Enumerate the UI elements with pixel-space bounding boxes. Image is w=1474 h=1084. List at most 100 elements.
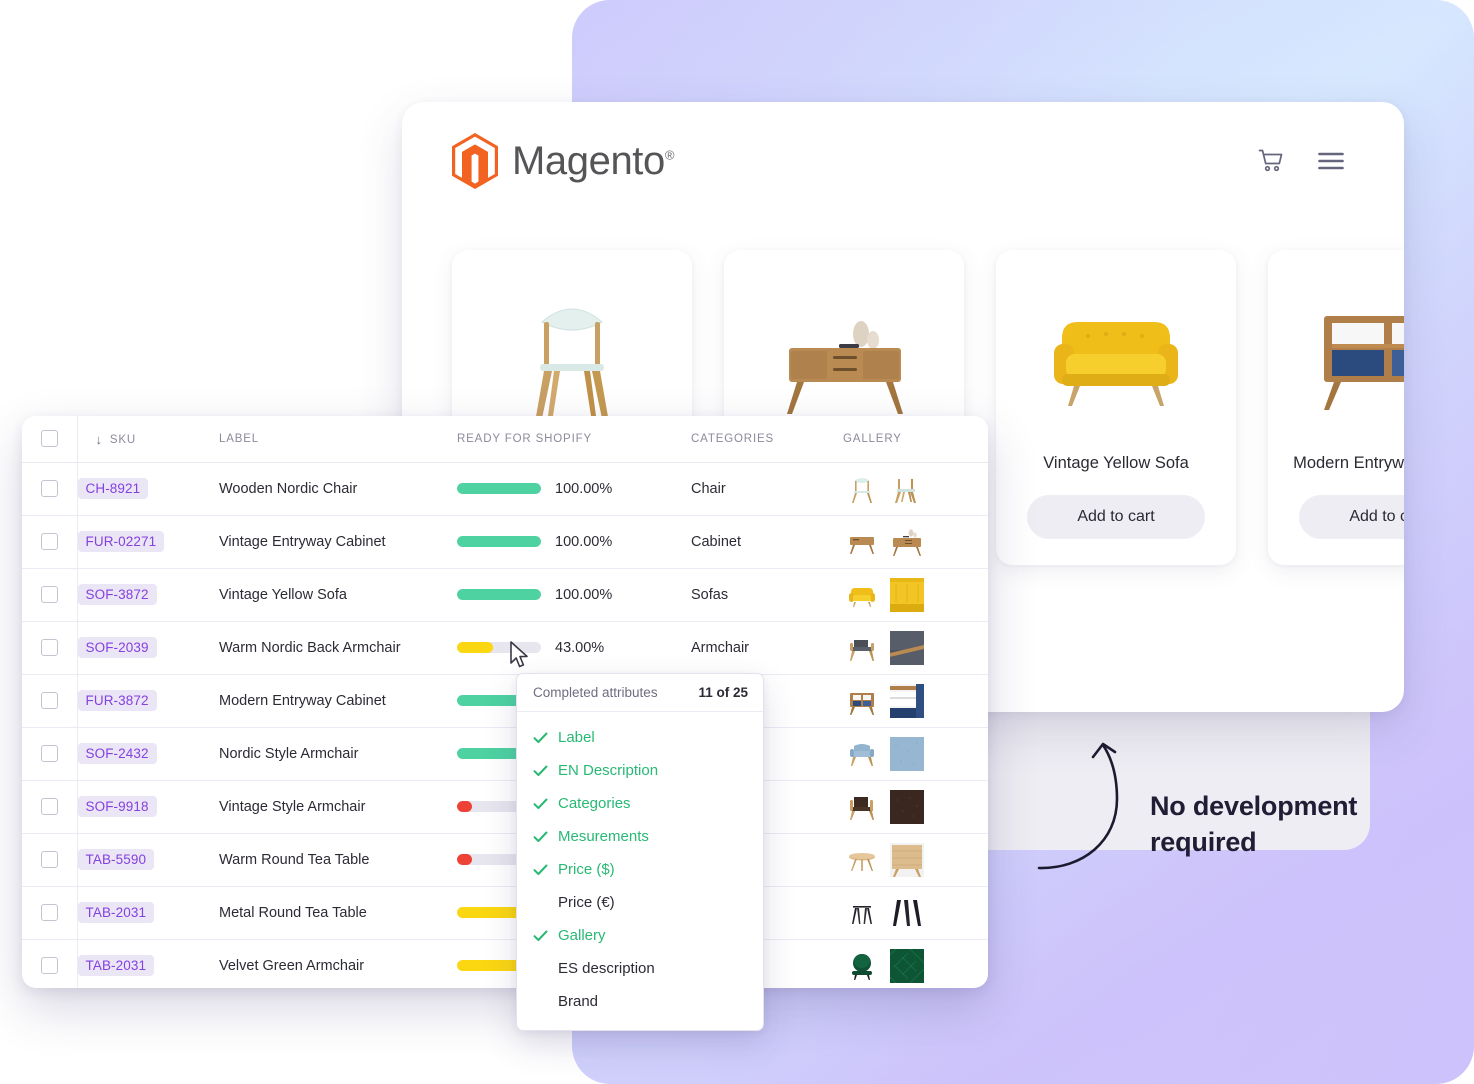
gallery-thumbnail[interactable] (890, 683, 924, 718)
gallery-thumbnail[interactable] (890, 525, 924, 559)
storefront-header: Magento® (402, 102, 1404, 220)
gallery-thumbnail[interactable] (885, 940, 933, 988)
progress-bar-group[interactable]: 100.00% (457, 587, 691, 603)
ready-for-shopify-cell[interactable]: 100.00% (457, 462, 691, 516)
gallery-thumbnail[interactable] (890, 630, 924, 665)
gallery-thumbnail[interactable] (845, 631, 879, 665)
ready-for-shopify-cell[interactable]: 100.00% (457, 515, 691, 569)
table-row[interactable]: TAB-5590 Warm Round Tea Table (22, 833, 988, 887)
gallery-thumbnail[interactable] (890, 842, 924, 877)
column-header-label[interactable]: LABEL (219, 416, 457, 463)
row-select-cell[interactable] (22, 462, 78, 516)
table-row[interactable]: TAB-2031 Metal Round Tea Table (22, 886, 988, 940)
table-row[interactable]: SOF-2432 Nordic Style Armchair (22, 727, 988, 781)
magento-logo[interactable]: Magento® (452, 133, 674, 189)
table-row[interactable]: TAB-2031 Velvet Green Armchair (22, 939, 988, 988)
gallery-thumbnail[interactable] (845, 525, 879, 559)
hamburger-menu-icon[interactable] (1318, 152, 1344, 170)
product-card[interactable]: Modern Entryway Cabinet Add to cart (1268, 250, 1404, 565)
row-checkbox[interactable] (40, 904, 58, 921)
gallery-thumbnail[interactable] (845, 790, 879, 824)
row-checkbox[interactable] (40, 957, 58, 975)
tooltip-attribute-label: Label (558, 729, 595, 746)
column-header-sku[interactable]: ↓ SKU (77, 416, 219, 463)
row-checkbox[interactable] (40, 586, 58, 603)
select-all-header[interactable] (22, 416, 78, 463)
row-select-cell[interactable] (22, 621, 78, 675)
row-checkbox[interactable] (40, 851, 58, 868)
row-checkbox[interactable] (40, 798, 58, 815)
tooltip-attribute-row[interactable]: EN Description (517, 754, 763, 787)
progress-bar[interactable] (457, 642, 541, 653)
tooltip-attribute-row[interactable]: Brand (517, 985, 763, 1018)
tooltip-attribute-row[interactable]: Mesurements (517, 820, 763, 853)
row-checkbox[interactable] (40, 692, 58, 709)
gallery-thumbnail[interactable] (845, 843, 879, 877)
progress-bar-group[interactable]: 43.00% (457, 640, 691, 656)
progress-bar-group[interactable]: 100.00% (457, 534, 691, 550)
gallery-thumbnails (843, 736, 988, 771)
sku-badge[interactable]: SOF-3872 (77, 584, 157, 605)
sku-badge[interactable]: TAB-2031 (77, 955, 155, 977)
tooltip-attribute-row[interactable]: Gallery (517, 919, 763, 952)
progress-bar-group[interactable]: 100.00% (457, 481, 691, 497)
progress-bar[interactable] (457, 483, 541, 494)
sku-badge[interactable]: SOF-2432 (77, 743, 157, 764)
row-checkbox[interactable] (40, 533, 58, 550)
sku-badge[interactable]: CH-8921 (77, 478, 149, 499)
add-to-cart-button[interactable]: Add to cart (1027, 495, 1205, 539)
column-header-ready-for-shopify[interactable]: READY FOR SHOPIFY (457, 416, 691, 463)
table-row[interactable]: SOF-9918 Vintage Style Armchair (22, 780, 988, 834)
ready-for-shopify-cell[interactable]: 100.00% (457, 568, 691, 622)
row-select-cell[interactable] (22, 886, 78, 940)
add-to-cart-button[interactable]: Add to cart (1299, 495, 1404, 539)
row-select-cell[interactable] (22, 674, 78, 728)
table-row[interactable]: SOF-3872 Vintage Yellow Sofa 100.00% Sofas (22, 568, 988, 622)
row-checkbox[interactable] (40, 480, 58, 497)
gallery-thumbnail[interactable] (890, 789, 924, 824)
product-card[interactable]: Vintage Yellow Sofa Add to cart (996, 250, 1236, 565)
gallery-thumbnail[interactable] (845, 949, 879, 983)
row-select-cell[interactable] (22, 568, 78, 622)
gallery-thumbnail[interactable] (890, 577, 924, 612)
progress-bar[interactable] (457, 589, 541, 600)
gallery-thumbnail[interactable] (890, 472, 924, 506)
table-row[interactable]: CH-8921 Wooden Nordic Chair 100.00% Chair (22, 462, 988, 516)
sku-badge[interactable]: FUR-02271 (77, 531, 165, 552)
row-select-cell[interactable] (22, 833, 78, 887)
row-checkbox[interactable] (40, 745, 58, 762)
sku-badge[interactable]: SOF-2039 (77, 637, 157, 658)
table-row[interactable]: SOF-2039 Warm Nordic Back Armchair 43.00% A… (22, 621, 988, 675)
check-mark-icon (533, 864, 548, 876)
table-row[interactable]: FUR-02271 Vintage Entryway Cabinet 100.00%… (22, 515, 988, 569)
ready-for-shopify-cell[interactable]: 43.00% (457, 621, 691, 675)
table-row[interactable]: FUR-3872 Modern Entryway Cabinet (22, 674, 988, 728)
sku-badge[interactable]: TAB-5590 (77, 849, 155, 870)
column-header-gallery[interactable]: GALLERY (843, 416, 988, 463)
row-select-cell[interactable] (22, 939, 78, 988)
gallery-thumbnail[interactable] (845, 896, 879, 930)
sku-badge[interactable]: SOF-9918 (77, 796, 157, 817)
column-header-categories[interactable]: CATEGORIES (691, 416, 843, 463)
sku-badge[interactable]: TAB-2031 (77, 902, 155, 923)
gallery-thumbnail[interactable] (845, 737, 879, 771)
gallery-thumbnail[interactable] (845, 684, 879, 718)
row-select-cell[interactable] (22, 727, 78, 781)
gallery-thumbnail[interactable] (890, 895, 924, 930)
progress-bar[interactable] (457, 536, 541, 547)
tooltip-attribute-row[interactable]: ES description (517, 952, 763, 985)
row-checkbox[interactable] (40, 639, 58, 656)
gallery-thumbnail[interactable] (845, 472, 879, 506)
tooltip-attribute-row[interactable]: Label (517, 721, 763, 754)
sku-badge[interactable]: FUR-3872 (77, 690, 157, 711)
select-all-checkbox[interactable] (40, 430, 58, 448)
row-select-cell[interactable] (22, 780, 78, 834)
shopping-cart-icon[interactable] (1258, 149, 1284, 173)
gallery-thumbnail[interactable] (890, 736, 924, 771)
tooltip-attribute-row[interactable]: Price (€) (517, 886, 763, 919)
gallery-thumbnail[interactable] (845, 578, 879, 612)
tooltip-attribute-row[interactable]: Price ($) (517, 853, 763, 886)
tooltip-attribute-row[interactable]: Categories (517, 787, 763, 820)
row-select-cell[interactable] (22, 515, 78, 569)
table-header-row: ↓ SKU LABEL READY FOR SHOPIFY CATEGORIES … (22, 416, 988, 463)
